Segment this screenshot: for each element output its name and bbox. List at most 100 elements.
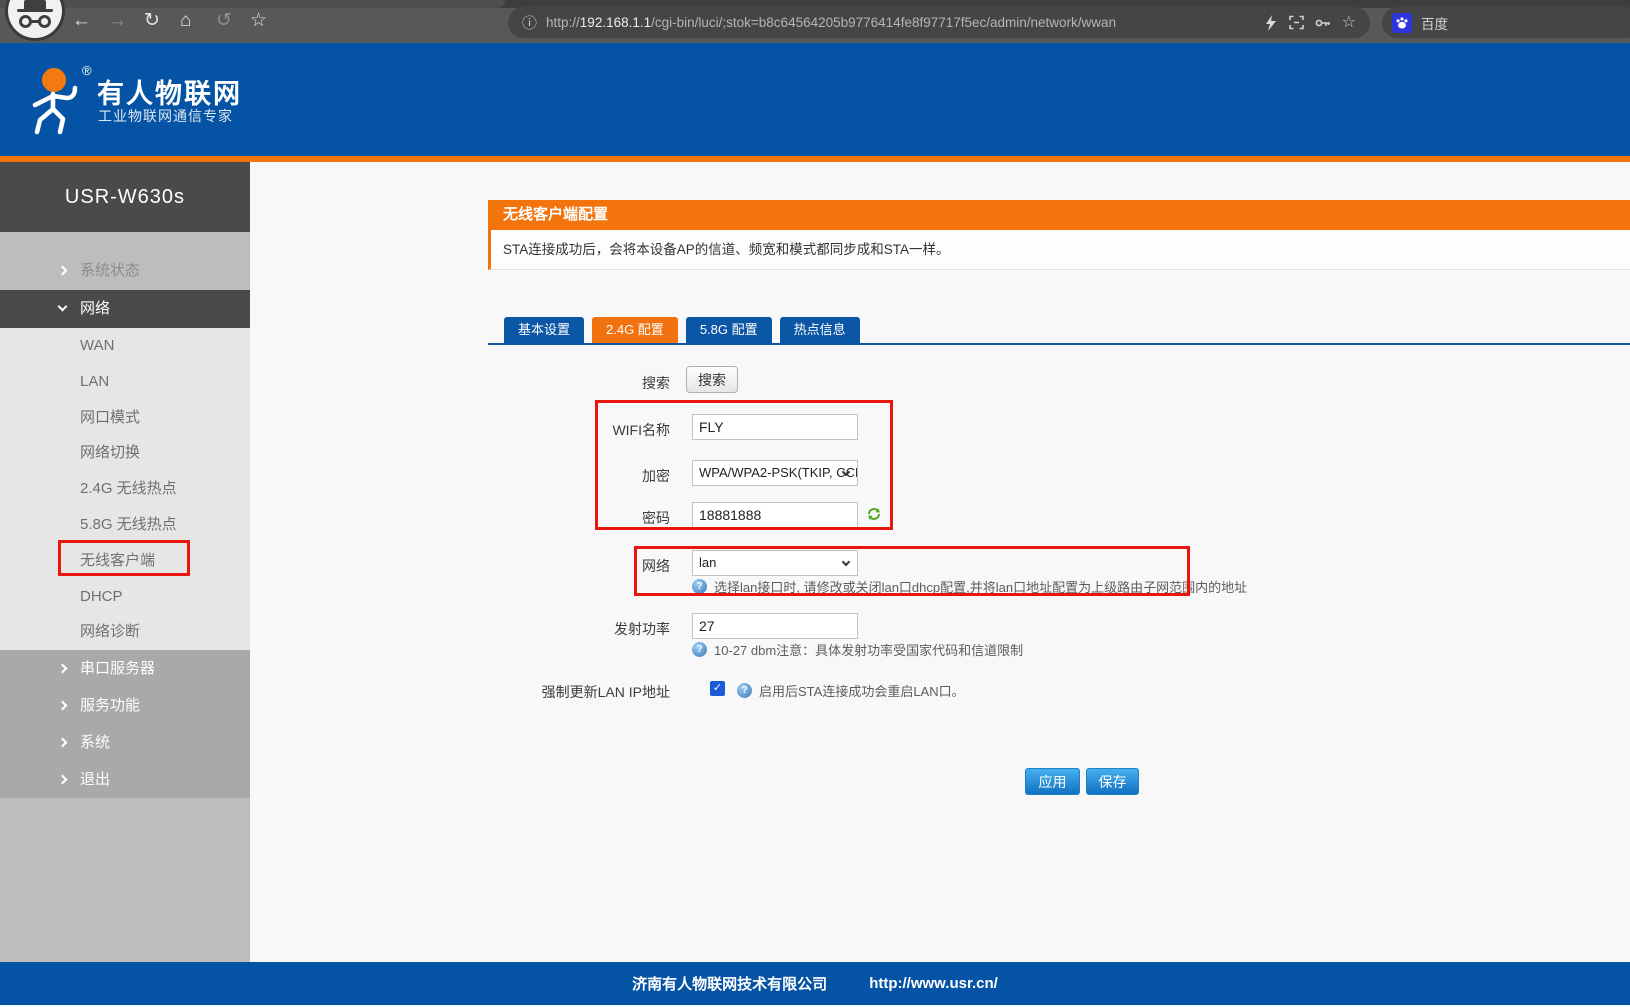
sidebar-group-label: 退出 (80, 761, 110, 798)
sidebar-item-dhcp[interactable]: DHCP (0, 579, 250, 615)
tx-power-input[interactable] (692, 613, 858, 639)
incognito-glasses-bridge-icon (31, 20, 39, 23)
browser-search-box[interactable]: 百度 (1382, 7, 1630, 38)
usr-logo-icon (22, 67, 88, 135)
force-lan-hint-text: 启用后STA连接成功会重启LAN口。 (759, 681, 965, 700)
sidebar-group-system-status[interactable]: 系统状态 (0, 252, 250, 290)
chevron-right-icon (58, 701, 68, 711)
forward-icon[interactable]: → (108, 10, 127, 32)
help-icon: ? (737, 683, 752, 698)
sidebar-item-network-diagnosis[interactable]: 网络诊断 (0, 614, 250, 650)
search-label: 搜索 (390, 373, 670, 393)
network-hint: ? 选择lan接口时, 请修改或关闭lan口dhcp配置,并将lan口地址配置为… (692, 577, 1247, 596)
apply-button[interactable]: 应用 (1025, 768, 1080, 795)
force-lan-hint: ? 启用后STA连接成功会重启LAN口。 (737, 681, 965, 700)
sidebar-group-label: 串口服务器 (80, 650, 155, 687)
sidebar-group-network[interactable]: 网络 (0, 290, 250, 328)
encryption-select[interactable]: WPA/WPA2-PSK(TKIP, CCM (692, 460, 858, 486)
page-title: 无线客户端配置 (488, 200, 1630, 230)
incognito-hat-brim-icon (17, 9, 53, 12)
incognito-hat-icon (24, 0, 46, 9)
chevron-right-icon (58, 775, 68, 785)
search-engine-label: 百度 (1421, 13, 1448, 33)
sidebar-item-lan[interactable]: LAN (0, 364, 250, 400)
force-lan-label: 强制更新LAN IP地址 (390, 682, 670, 702)
sidebar-item-port-mode[interactable]: 网口模式 (0, 400, 250, 436)
back-icon[interactable]: ← (72, 10, 91, 32)
tab-58g-config[interactable]: 5.8G 配置 (686, 317, 772, 343)
sidebar-item-24g-hotspot[interactable]: 2.4G 无线热点 (0, 471, 250, 507)
sidebar-item-wireless-client[interactable]: 无线客户端 (0, 543, 250, 579)
password-label: 密码 (390, 508, 670, 528)
url-text: http://192.168.1.1/cgi-bin/luci/;stok=b8… (546, 15, 1116, 30)
network-submenu: WAN LAN 网口模式 网络切换 2.4G 无线热点 5.8G 无线热点 无线… (0, 328, 250, 650)
tab-24g-config[interactable]: 2.4G 配置 (592, 317, 678, 343)
bookmark-page-icon[interactable]: ☆ (1342, 15, 1356, 31)
chevron-right-icon (58, 738, 68, 748)
site-header: ® 有人物联网 工业物联网通信专家 (0, 43, 1630, 156)
chevron-down-icon (842, 558, 850, 566)
page-description: STA连接成功后，会将本设备AP的信道、频宽和模式都同步成和STA一样。 (488, 230, 1630, 270)
registered-mark: ® (82, 63, 92, 78)
reload-icon[interactable]: ↻ (144, 10, 160, 32)
url-path: /cgi-bin/luci/;stok=b8c64564205b9776414f… (651, 15, 1116, 30)
chevron-right-icon (58, 266, 68, 276)
password-input[interactable] (692, 502, 858, 528)
sidebar-group-label: 系统 (80, 724, 110, 761)
footer-company: 济南有人物联网技术有限公司 (632, 973, 827, 994)
undo-icon[interactable]: ↺ (216, 10, 232, 32)
footer-url[interactable]: http://www.usr.cn/ (869, 975, 998, 992)
encryption-label: 加密 (390, 466, 670, 486)
search-button[interactable]: 搜索 (686, 366, 738, 393)
refresh-password-icon[interactable] (866, 506, 882, 522)
tx-power-label: 发射功率 (390, 619, 670, 639)
page-info-icon[interactable]: ⓘ (522, 12, 537, 33)
key-icon[interactable] (1315, 16, 1331, 30)
incognito-avatar-icon[interactable] (8, 0, 62, 38)
home-icon[interactable]: ⌂ (180, 10, 191, 32)
router-admin-page: ← → ↻ ⌂ ↺ ☆ ⓘ http://192.168.1.1/cgi-bin… (0, 0, 1630, 1007)
url-scheme: http:// (546, 15, 580, 30)
screenshot-frame-icon[interactable] (1289, 15, 1304, 30)
bookmark-star-icon[interactable]: ☆ (250, 10, 267, 32)
force-lan-checkbox[interactable]: ✓ (710, 681, 725, 696)
tab-underline (488, 343, 1630, 345)
sidebar-group-label: 网络 (80, 290, 110, 328)
help-icon: ? (692, 642, 707, 657)
address-bar[interactable]: ⓘ http://192.168.1.1/cgi-bin/luci/;stok=… (508, 7, 1370, 38)
incognito-glasses-icon (38, 15, 51, 28)
lightning-icon[interactable] (1264, 15, 1278, 31)
brand-slogan: 工业物联网通信专家 (98, 106, 233, 126)
url-host: 192.168.1.1 (580, 15, 651, 30)
wifi-name-label: WIFI名称 (390, 420, 670, 440)
chevron-right-icon (58, 664, 68, 674)
chevron-down-icon (58, 302, 68, 312)
tx-power-hint-text: 10-27 dbm注意：具体发射功率受国家代码和信道限制 (714, 640, 1023, 659)
network-label: 网络 (390, 556, 670, 576)
help-icon: ? (692, 579, 707, 594)
device-name: USR-W630s (0, 162, 250, 232)
tx-power-hint: ? 10-27 dbm注意：具体发射功率受国家代码和信道限制 (692, 640, 1023, 659)
browser-chrome: ← → ↻ ⌂ ↺ ☆ ⓘ http://192.168.1.1/cgi-bin… (0, 0, 1630, 43)
sidebar-group-logout[interactable]: 退出 (0, 761, 250, 798)
sidebar-group-service[interactable]: 服务功能 (0, 687, 250, 724)
tab-bar: 基本设置 2.4G 配置 5.8G 配置 热点信息 (504, 317, 860, 343)
sidebar-group-label: 服务功能 (80, 687, 140, 724)
network-select[interactable]: lan (692, 550, 858, 576)
network-value: lan (699, 555, 716, 570)
browser-active-tab[interactable] (0, 0, 505, 8)
tab-hotspot-info[interactable]: 热点信息 (780, 317, 860, 343)
tab-basic-settings[interactable]: 基本设置 (504, 317, 584, 343)
page-footer: 济南有人物联网技术有限公司 http://www.usr.cn/ (0, 962, 1630, 1005)
sidebar-item-wan[interactable]: WAN (0, 328, 250, 364)
sidebar-item-58g-hotspot[interactable]: 5.8G 无线热点 (0, 507, 250, 543)
sidebar: USR-W630s 系统状态 网络 WAN LAN 网口模式 网络切换 2.4G… (0, 162, 250, 962)
sidebar-item-network-switch[interactable]: 网络切换 (0, 435, 250, 471)
network-hint-text: 选择lan接口时, 请修改或关闭lan口dhcp配置,并将lan口地址配置为上级… (714, 577, 1247, 596)
sidebar-group-system[interactable]: 系统 (0, 724, 250, 761)
wifi-name-input[interactable] (692, 414, 858, 440)
sidebar-group-serial-server[interactable]: 串口服务器 (0, 650, 250, 687)
sidebar-group-label: 系统状态 (80, 252, 140, 290)
save-button[interactable]: 保存 (1086, 768, 1139, 795)
encryption-value: WPA/WPA2-PSK(TKIP, CCM (699, 465, 858, 480)
